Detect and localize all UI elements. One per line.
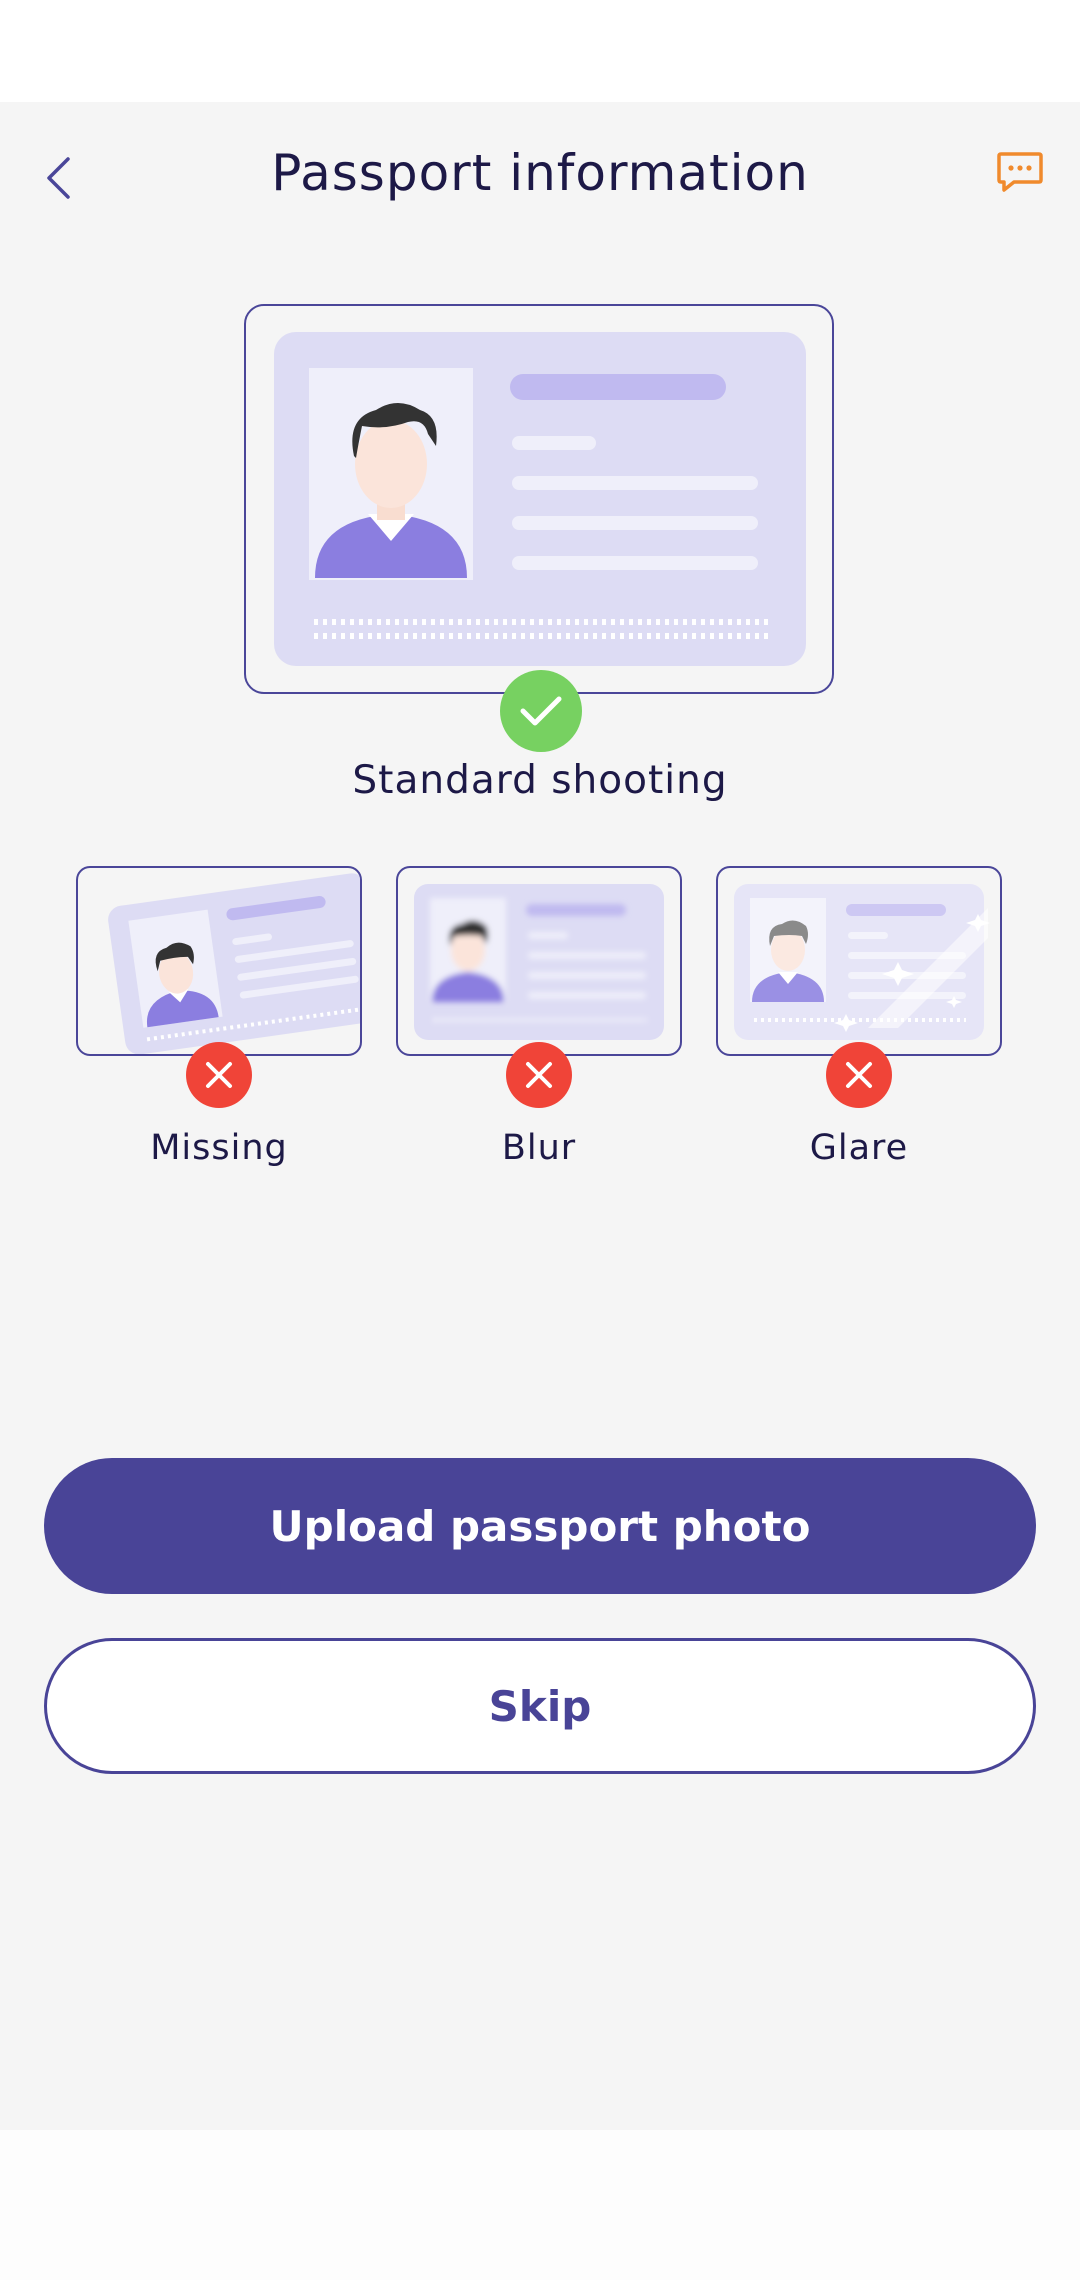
passport-illustration — [274, 332, 806, 666]
skip-button[interactable]: Skip — [44, 1638, 1036, 1774]
blur-example — [396, 866, 682, 1056]
navigation-bar — [0, 2130, 1080, 2280]
passport-missing-illustration — [108, 873, 360, 1054]
upload-passport-photo-button[interactable]: Upload passport photo — [44, 1458, 1036, 1594]
passport-glare-illustration — [734, 884, 990, 1040]
standard-passport-example — [244, 304, 834, 694]
glare-example — [716, 866, 1002, 1056]
missing-example — [76, 866, 362, 1056]
wrong-badge-blur — [506, 1042, 572, 1108]
correct-badge — [500, 670, 582, 752]
passport-blur-illustration — [414, 884, 664, 1040]
wrong-badge-missing — [186, 1042, 252, 1108]
standard-shooting-label: Standard shooting — [352, 758, 728, 803]
checkmark-icon — [520, 696, 562, 726]
glare-label: Glare — [809, 1128, 909, 1168]
header: Passport information — [0, 102, 1080, 260]
blur-label: Blur — [501, 1128, 577, 1168]
chat-bubble-icon — [997, 152, 1043, 192]
missing-label: Missing — [150, 1128, 288, 1168]
page-title: Passport information — [271, 144, 809, 202]
app-screen: Passport information Standard shooting M… — [0, 102, 1080, 2130]
close-icon — [846, 1062, 872, 1088]
chat-button[interactable] — [996, 148, 1048, 200]
close-icon — [526, 1062, 552, 1088]
wrong-badge-glare — [826, 1042, 892, 1108]
close-icon — [206, 1062, 232, 1088]
status-bar — [0, 0, 1080, 102]
